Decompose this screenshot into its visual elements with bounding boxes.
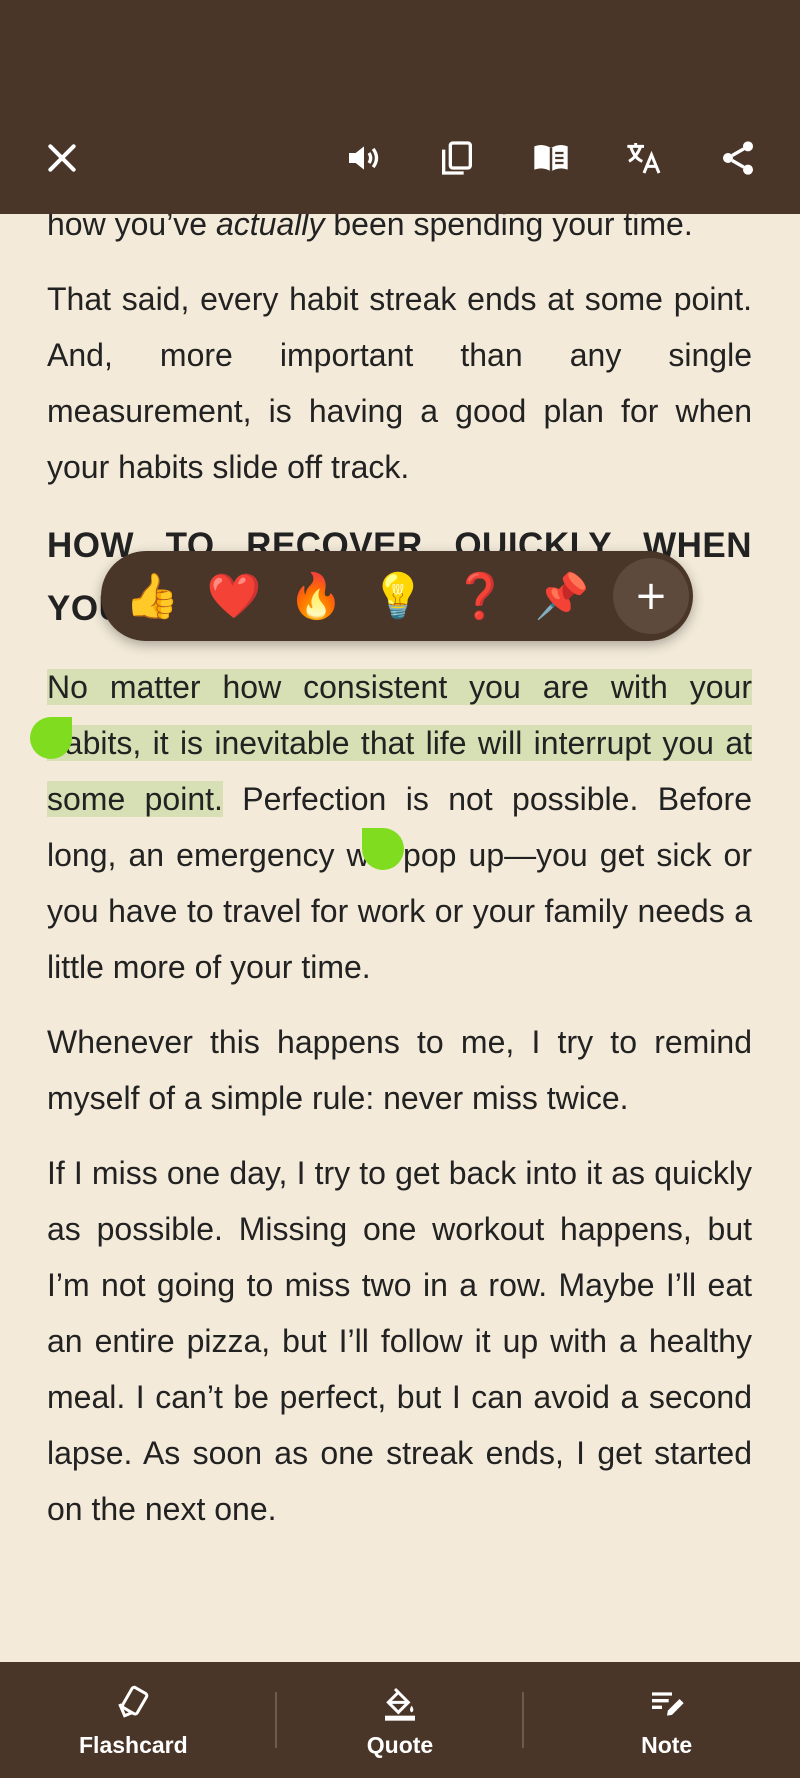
reaction-bar: 👍 ❤️ 🔥 💡 ❓ 📌 + [101, 551, 693, 641]
lightbulb-reaction[interactable]: 💡 [357, 551, 439, 641]
note-edit-icon [651, 1692, 684, 1716]
pin-reaction[interactable]: 📌 [521, 551, 603, 641]
close-icon[interactable] [38, 134, 86, 182]
paragraph: No matter how consistent you are with yo… [47, 659, 752, 995]
thumbs-up-reaction[interactable]: 👍 [111, 551, 193, 641]
bottom-action-bar: Flashcard Quote Note [0, 1662, 800, 1778]
add-reaction-button[interactable]: + [613, 558, 689, 634]
translate-icon[interactable] [620, 134, 668, 182]
paragraph: Whenever this happens to me, I try to re… [47, 1024, 752, 1116]
fire-reaction[interactable]: 🔥 [275, 551, 357, 641]
note-button[interactable]: Note [533, 1662, 800, 1778]
reader-content: how you’ve actually been spending your t… [47, 196, 752, 1556]
flashcard-button[interactable]: Flashcard [0, 1662, 267, 1778]
copy-icon[interactable] [433, 134, 481, 182]
heart-reaction[interactable]: ❤️ [193, 551, 275, 641]
note-label: Note [641, 1732, 693, 1758]
book-icon[interactable] [527, 134, 575, 182]
quote-button[interactable]: Quote [267, 1662, 534, 1778]
selection-end-handle[interactable] [362, 828, 404, 870]
flashcard-icon [118, 1685, 149, 1718]
selection-start-handle[interactable] [30, 717, 72, 759]
speaker-icon[interactable] [340, 134, 388, 182]
toolbar-divider [522, 1692, 524, 1748]
paragraph: If I miss one day, I try to get back int… [47, 1155, 752, 1527]
share-icon[interactable] [714, 134, 762, 182]
top-toolbar [0, 0, 800, 214]
paint-bucket-icon [385, 1687, 415, 1721]
flashcard-label: Flashcard [79, 1732, 188, 1758]
quote-label: Quote [366, 1732, 434, 1758]
paragraph: That said, every habit streak ends at so… [47, 281, 752, 485]
toolbar-divider [275, 1692, 277, 1748]
question-reaction[interactable]: ❓ [439, 551, 521, 641]
